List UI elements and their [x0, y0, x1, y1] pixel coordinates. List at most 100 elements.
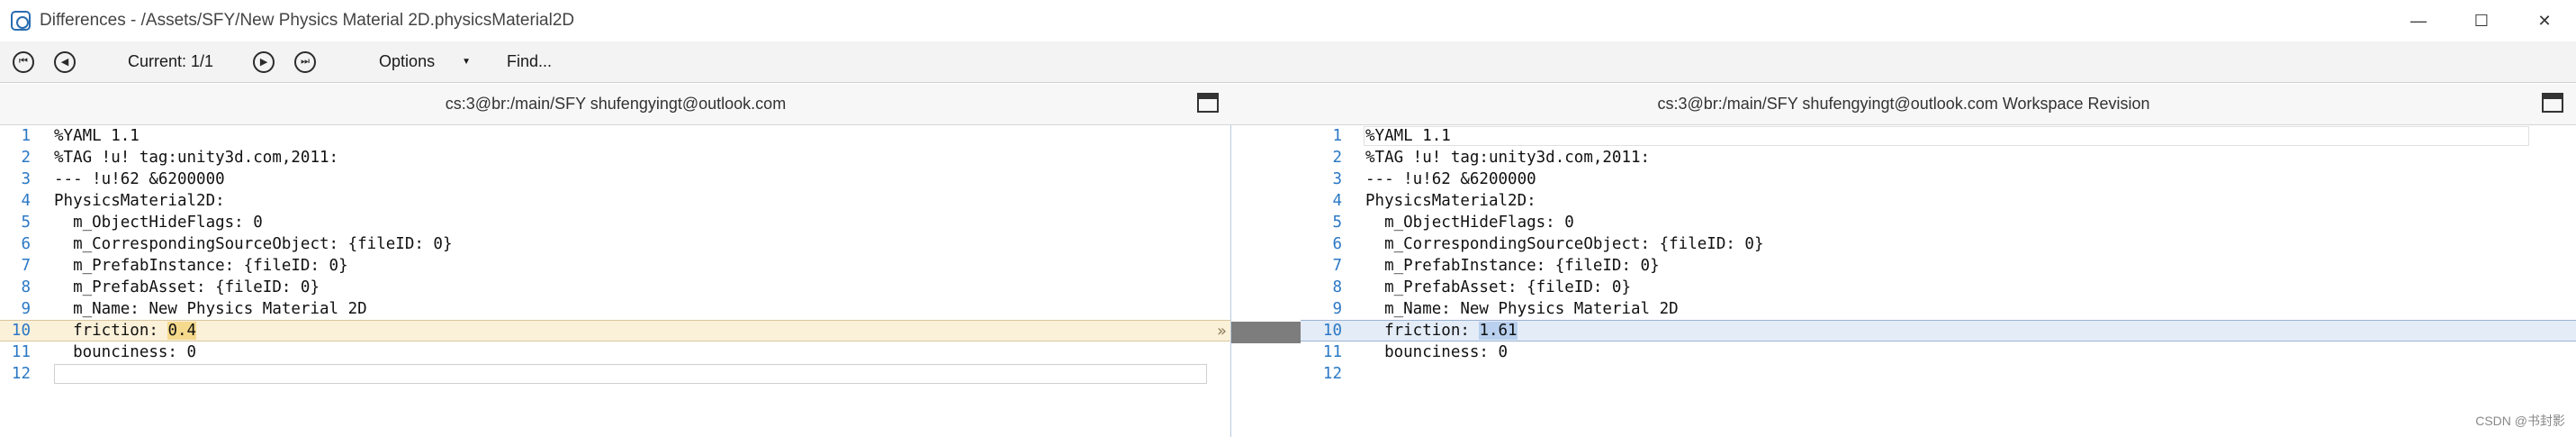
line-number: 3 — [21, 170, 31, 188]
code-text: m_Name: New Physics Material 2D — [1365, 300, 1679, 318]
code-text: %YAML 1.1 — [54, 127, 140, 145]
code-line: 4 PhysicsMaterial2D: — [0, 190, 1230, 212]
first-difference-button[interactable]: ⏮ — [13, 50, 34, 73]
app-logo-icon — [11, 11, 31, 31]
code-text: friction: 1.61 — [1351, 322, 1518, 340]
code-text: m_PrefabAsset: {fileID: 0} — [1365, 278, 1632, 296]
line-number: 5 — [1332, 214, 1342, 232]
code-text: m_ObjectHideFlags: 0 — [54, 214, 263, 232]
line-number: 3 — [1332, 170, 1342, 188]
code-line: 1 %YAML 1.1 — [1301, 125, 2576, 147]
code-text: bounciness: 0 — [54, 343, 197, 361]
title-bar: Differences - /Assets/SFY/New Physics Ma… — [0, 0, 2576, 41]
difference-connector[interactable] — [1231, 322, 1301, 343]
code-line: 5 m_ObjectHideFlags: 0 — [1301, 212, 2576, 233]
code-text: bounciness: 0 — [1365, 343, 1509, 361]
code-prefix: friction: — [1365, 322, 1480, 340]
code-line: 2 %TAG !u! tag:unity3d.com,2011: — [1301, 147, 2576, 168]
changed-line: 10 friction: 1.61 — [1301, 320, 2576, 341]
line-number: 12 — [1322, 365, 1342, 383]
code-line: 7 m_PrefabInstance: {fileID: 0} — [0, 255, 1230, 277]
left-revision-label: cs:3@br:/main/SFY shufengyingt@outlook.c… — [445, 95, 787, 113]
chevron-down-icon: ▼ — [462, 57, 471, 67]
line-number: 8 — [1332, 278, 1342, 296]
window-title: Differences - /Assets/SFY/New Physics Ma… — [40, 11, 575, 30]
code-line: 8 m_PrefabAsset: {fileID: 0} — [1301, 277, 2576, 298]
line-number: 7 — [21, 257, 31, 275]
line-number: 6 — [21, 235, 31, 253]
code-line: 11 bounciness: 0 — [0, 341, 1230, 363]
diff-gutter — [1231, 125, 1301, 437]
current-difference-label: Current: 1/1 — [128, 52, 214, 70]
code-line: 9 m_Name: New Physics Material 2D — [1301, 298, 2576, 320]
right-revision-label: cs:3@br:/main/SFY shufengyingt@outlook.c… — [1657, 95, 2150, 113]
last-difference-button[interactable]: ⏭ — [294, 50, 317, 73]
code-text: m_Name: New Physics Material 2D — [54, 300, 367, 318]
changed-line: 10 friction: 0.4 » — [0, 320, 1230, 341]
line-number: 1 — [21, 127, 31, 145]
maximize-button[interactable]: ☐ — [2450, 0, 2513, 41]
line-number: 6 — [1332, 235, 1342, 253]
code-text: --- !u!62 &6200000 — [54, 170, 225, 188]
line-number: 1 — [1332, 127, 1342, 145]
line-number: 12 — [11, 365, 31, 383]
code-line: 5 m_ObjectHideFlags: 0 — [0, 212, 1230, 233]
code-text: %YAML 1.1 — [1365, 127, 1451, 145]
code-line: 1 %YAML 1.1 — [0, 125, 1230, 147]
merge-arrow-icon[interactable]: » — [1217, 322, 1227, 341]
code-line: 6 m_CorrespondingSourceObject: {fileID: … — [1301, 233, 2576, 255]
code-line: 8 m_PrefabAsset: {fileID: 0} — [0, 277, 1230, 298]
line-number: 7 — [1332, 257, 1342, 275]
line-number: 10 — [1322, 322, 1342, 340]
code-line: 2 %TAG !u! tag:unity3d.com,2011: — [0, 147, 1230, 168]
code-text: m_CorrespondingSourceObject: {fileID: 0} — [54, 235, 453, 253]
line-number: 2 — [21, 149, 31, 167]
toolbar: ⏮ ◀ Current: 1/1 ▶ ⏭ Options ▼ Find... — [0, 41, 2576, 83]
changed-value: 0.4 — [167, 322, 197, 340]
code-line: 3 --- !u!62 &6200000 — [0, 168, 1230, 190]
line-number: 11 — [1322, 343, 1342, 361]
options-label: Options — [379, 52, 436, 70]
code-line: 6 m_CorrespondingSourceObject: {fileID: … — [0, 233, 1230, 255]
code-text: m_PrefabInstance: {fileID: 0} — [54, 257, 348, 275]
line-number: 8 — [21, 278, 31, 296]
code-text: friction: 0.4 — [40, 322, 197, 340]
code-text: PhysicsMaterial2D: — [1365, 192, 1536, 210]
left-window-icon[interactable] — [1197, 93, 1219, 113]
current-line-box — [54, 364, 1207, 384]
right-window-icon[interactable] — [2542, 93, 2563, 113]
line-number: 2 — [1332, 149, 1342, 167]
close-button[interactable]: ✕ — [2513, 0, 2576, 41]
code-line: 3 --- !u!62 &6200000 — [1301, 168, 2576, 190]
code-line: 11 bounciness: 0 — [1301, 341, 2576, 363]
window-controls: — ☐ ✕ — [2387, 0, 2576, 41]
code-text: m_ObjectHideFlags: 0 — [1365, 214, 1574, 232]
code-line: 12 — [1301, 363, 2576, 385]
line-number: 10 — [11, 322, 31, 340]
code-text: m_CorrespondingSourceObject: {fileID: 0} — [1365, 235, 1764, 253]
previous-difference-button[interactable]: ◀ — [54, 50, 76, 73]
line-number: 11 — [11, 343, 31, 361]
options-dropdown[interactable]: Options ▼ — [379, 52, 471, 71]
code-text: %TAG !u! tag:unity3d.com,2011: — [54, 149, 339, 167]
right-code-pane[interactable]: 1 %YAML 1.1 2 %TAG !u! tag:unity3d.com,201… — [1301, 125, 2576, 437]
left-code-pane[interactable]: 1 %YAML 1.1 2 %TAG !u! tag:unity3d.com,201… — [0, 125, 1231, 437]
find-button[interactable]: Find... — [507, 52, 552, 71]
code-prefix: friction: — [54, 322, 168, 340]
code-text: m_PrefabInstance: {fileID: 0} — [1365, 257, 1660, 275]
code-text: --- !u!62 &6200000 — [1365, 170, 1536, 188]
line-number: 5 — [21, 214, 31, 232]
line-number: 4 — [21, 192, 31, 210]
minimize-button[interactable]: — — [2387, 0, 2450, 41]
code-text: PhysicsMaterial2D: — [54, 192, 225, 210]
line-number: 9 — [1332, 300, 1342, 318]
code-line: 4 PhysicsMaterial2D: — [1301, 190, 2576, 212]
next-difference-button[interactable]: ▶ — [253, 50, 275, 73]
code-line: 7 m_PrefabInstance: {fileID: 0} — [1301, 255, 2576, 277]
left-pane-header: cs:3@br:/main/SFY shufengyingt@outlook.c… — [0, 84, 1231, 125]
line-number: 4 — [1332, 192, 1342, 210]
changed-value: 1.61 — [1479, 322, 1518, 340]
code-line: 9 m_Name: New Physics Material 2D — [0, 298, 1230, 320]
watermark: CSDN @书封影 — [2475, 414, 2565, 428]
line-number: 9 — [21, 300, 31, 318]
